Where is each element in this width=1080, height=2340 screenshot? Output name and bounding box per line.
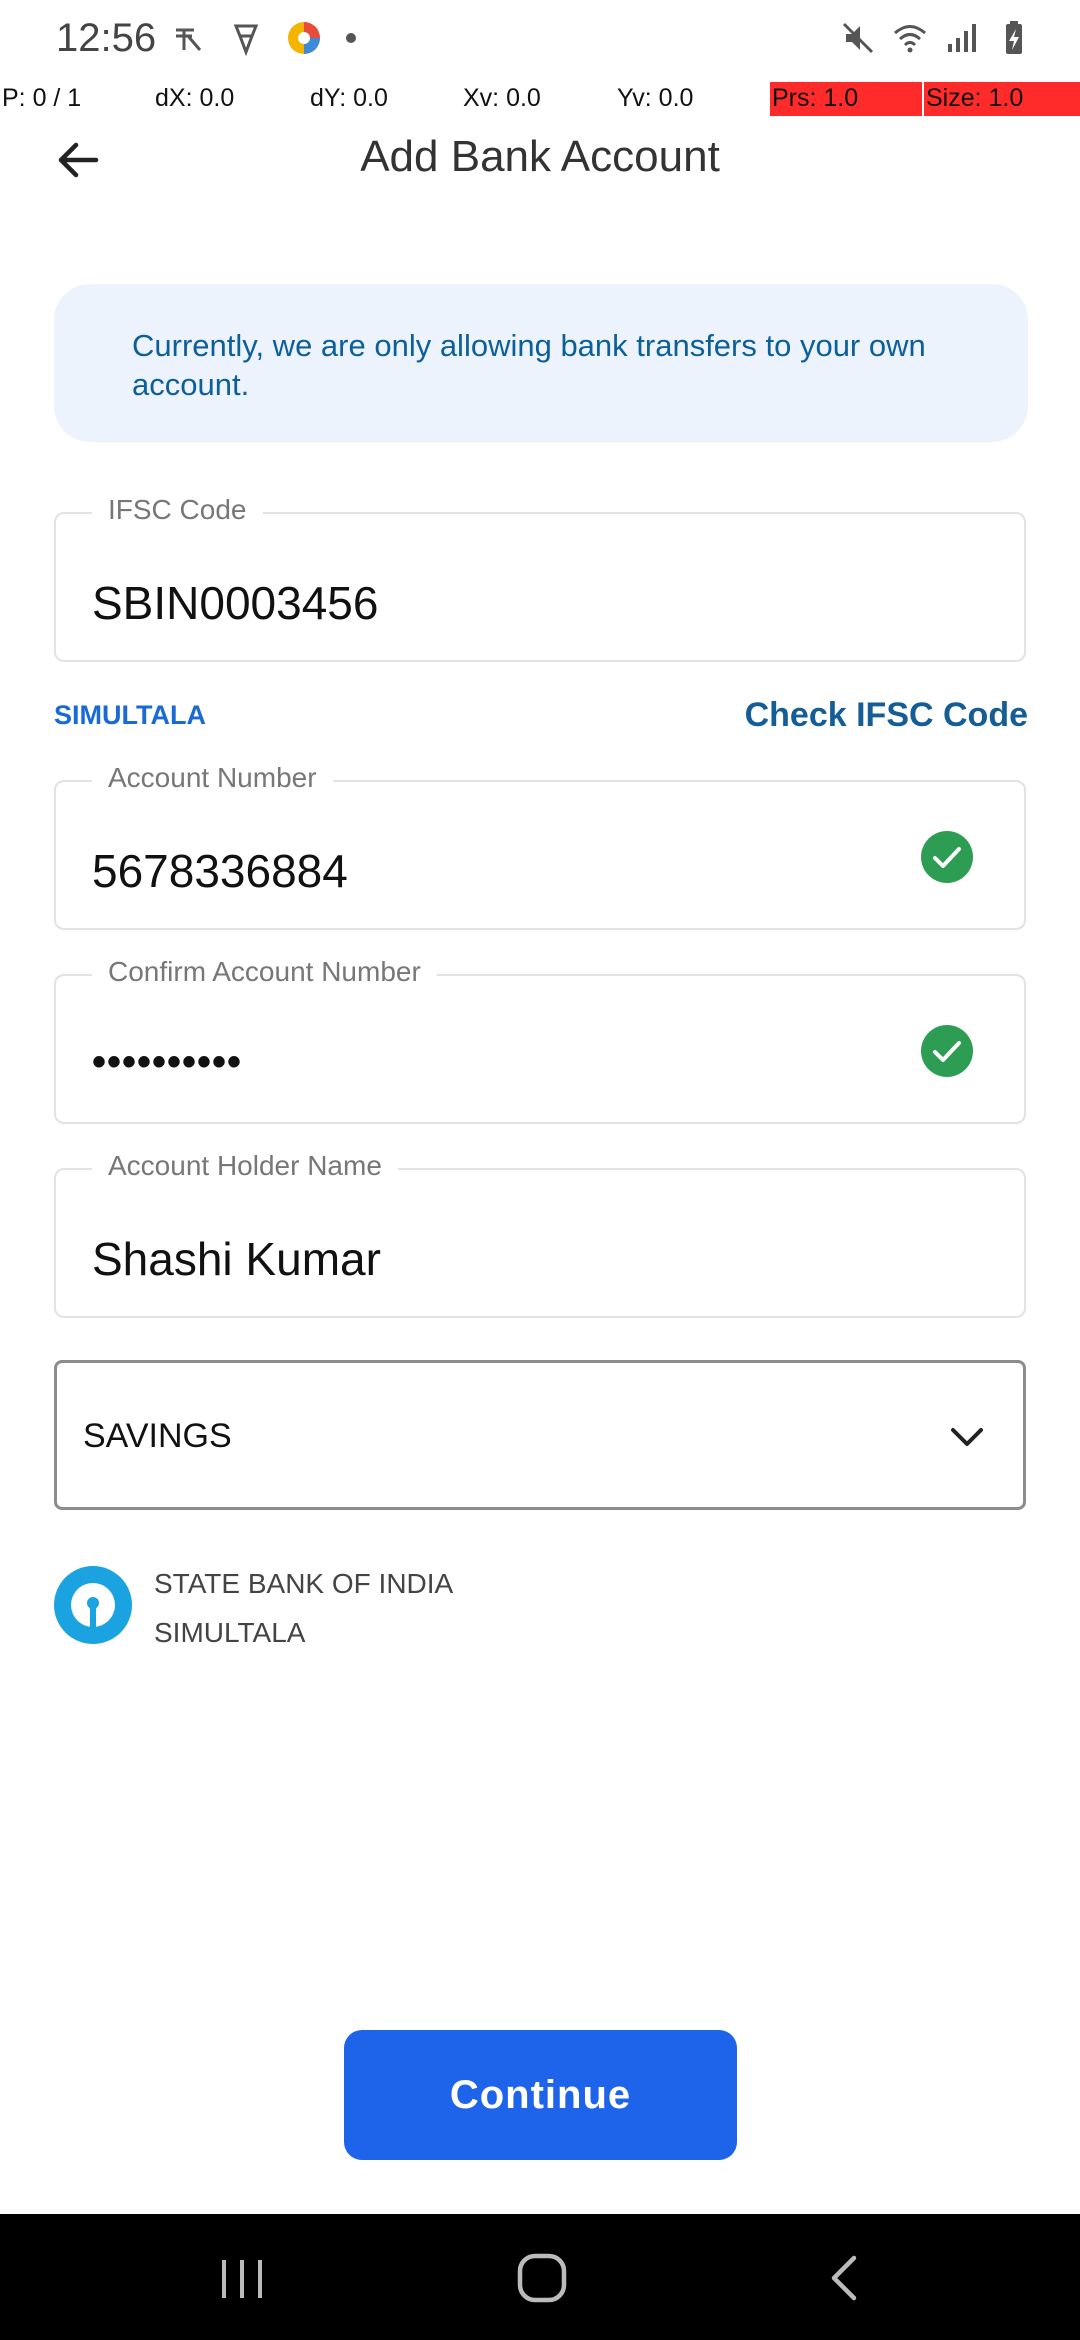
r-app-icon bbox=[176, 28, 202, 51]
bank-branch: SIMULTALA bbox=[154, 1617, 306, 1648]
ifsc-code-value: SBIN0003456 bbox=[92, 577, 379, 629]
mute-icon bbox=[842, 22, 874, 54]
debug-yv: Yv: 0.0 bbox=[617, 84, 694, 112]
check-circle-icon bbox=[921, 831, 973, 883]
sbi-logo-icon bbox=[54, 1566, 132, 1644]
ifsc-code-label: IFSC Code bbox=[92, 494, 263, 526]
status-bar: 12:56 bbox=[0, 0, 1080, 80]
account-holder-name-value: Shashi Kumar bbox=[92, 1233, 381, 1285]
check-ifsc-code-link[interactable]: Check IFSC Code bbox=[745, 696, 1028, 735]
status-left-icons bbox=[170, 20, 358, 56]
battery-charging-icon bbox=[1006, 21, 1022, 54]
account-type-selected: SAVINGS bbox=[83, 1417, 232, 1455]
colorful-app-icon bbox=[288, 22, 320, 54]
wifi-icon bbox=[894, 25, 926, 53]
debug-pointer-count: P: 0 / 1 bbox=[2, 84, 82, 112]
ifsc-branch-name: SIMULTALA bbox=[54, 700, 206, 730]
dot-icon bbox=[346, 33, 356, 43]
info-banner: Currently, we are only allowing bank tra… bbox=[54, 284, 1028, 442]
home-icon[interactable] bbox=[512, 2250, 572, 2306]
page-title: Add Bank Account bbox=[360, 132, 720, 181]
account-holder-name-field[interactable]: Account Holder Name Shashi Kumar bbox=[54, 1150, 1026, 1318]
back-nav-icon[interactable] bbox=[814, 2250, 874, 2306]
account-number-field[interactable]: Account Number 5678336884 bbox=[54, 762, 1026, 930]
status-right-icons bbox=[840, 20, 1032, 56]
recent-apps-icon[interactable] bbox=[212, 2250, 272, 2306]
confirm-account-number-value: •••••••••• bbox=[92, 1040, 243, 1084]
status-time: 12:56 bbox=[56, 16, 157, 60]
app-header: Add Bank Account bbox=[0, 120, 1080, 200]
info-banner-text: Currently, we are only allowing bank tra… bbox=[132, 328, 926, 402]
debug-pressure: Prs: 1.0 bbox=[770, 82, 922, 116]
pointer-debug-overlay: P: 0 / 1 dX: 0.0 dY: 0.0 Xv: 0.0 Yv: 0.0… bbox=[0, 82, 1080, 118]
account-number-value: 5678336884 bbox=[92, 845, 348, 897]
app-notification-icon bbox=[233, 24, 259, 56]
confirm-account-number-label: Confirm Account Number bbox=[92, 956, 437, 988]
account-number-label: Account Number bbox=[92, 762, 333, 794]
ifsc-code-field[interactable]: IFSC Code SBIN0003456 bbox=[54, 494, 1026, 662]
ifsc-branch-row: SIMULTALA Check IFSC Code bbox=[54, 696, 1028, 736]
continue-button[interactable]: Continue bbox=[344, 2030, 737, 2160]
debug-xv: Xv: 0.0 bbox=[463, 84, 541, 112]
signal-icon bbox=[948, 24, 976, 52]
bank-name: STATE BANK OF INDIA bbox=[154, 1568, 454, 1599]
debug-dx: dX: 0.0 bbox=[155, 84, 235, 112]
check-circle-icon bbox=[921, 1025, 973, 1077]
debug-dy: dY: 0.0 bbox=[310, 84, 388, 112]
account-type-select[interactable]: SAVINGS bbox=[54, 1360, 1026, 1510]
confirm-account-number-field[interactable]: Confirm Account Number •••••••••• bbox=[54, 956, 1026, 1124]
debug-size: Size: 1.0 bbox=[924, 82, 1080, 116]
account-holder-name-label: Account Holder Name bbox=[92, 1150, 398, 1182]
chevron-down-icon bbox=[951, 1428, 983, 1446]
system-navigation-bar bbox=[0, 2214, 1080, 2340]
